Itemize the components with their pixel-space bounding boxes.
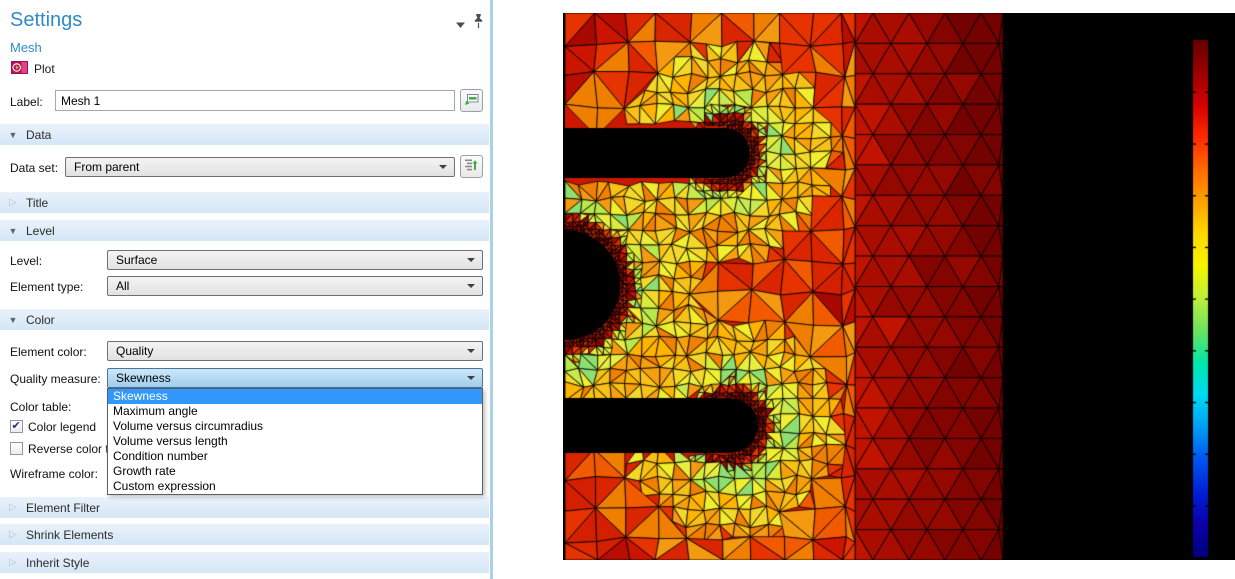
dropdown-option-custom-expression[interactable]: Custom expression [108, 479, 482, 494]
triangle-down-icon: ▼ [0, 315, 26, 325]
goto-source-icon [464, 158, 479, 175]
triangle-down-icon [467, 284, 475, 288]
dropdown-option-condition-number[interactable]: Condition number [108, 449, 482, 464]
triangle-right-icon: ▷ [0, 197, 26, 208]
graphics-window [563, 13, 1235, 560]
element-type-combo-value: All [108, 279, 467, 293]
reverse-color-table-checkbox[interactable] [10, 442, 23, 455]
label-field-label: Label: [10, 95, 43, 109]
element-type-combo[interactable]: All [107, 276, 483, 296]
dataset-combo[interactable]: From parent [65, 157, 455, 177]
section-header-inherit-style[interactable]: ▷ Inherit Style [0, 551, 489, 573]
section-header-data[interactable]: ▼ Data [0, 123, 489, 145]
section-title-element-filter: Element Filter [26, 501, 100, 515]
panel-right-border [490, 0, 493, 579]
triangle-down-icon [467, 258, 475, 262]
element-color-label: Element color: [10, 345, 87, 359]
plot-icon [11, 61, 28, 77]
dataset-label: Data set: [10, 161, 58, 175]
pin-icon[interactable] [473, 13, 484, 32]
section-header-level[interactable]: ▼ Level [0, 219, 489, 241]
color-legend-checkbox[interactable] [10, 420, 23, 433]
triangle-right-icon: ▷ [0, 557, 26, 568]
dropdown-option-skewness[interactable]: Skewness [108, 389, 482, 404]
level-combo[interactable]: Surface [107, 250, 483, 270]
section-title-data: Data [26, 128, 51, 142]
settings-panel: Settings Mesh Plot Label: [0, 0, 493, 579]
triangle-down-icon: ▼ [0, 130, 26, 140]
rename-icon [464, 93, 479, 109]
section-header-shrink-elements[interactable]: ▷ Shrink Elements [0, 523, 489, 545]
triangle-down-icon [439, 165, 447, 169]
dropdown-option-maximum-angle[interactable]: Maximum angle [108, 404, 482, 419]
dropdown-option-growth-rate[interactable]: Growth rate [108, 464, 482, 479]
plot-button-label: Plot [34, 62, 55, 76]
section-title-inherit-style: Inherit Style [26, 556, 89, 570]
triangle-down-icon: ▼ [0, 226, 26, 236]
triangle-down-icon [467, 349, 475, 353]
chevron-down-icon[interactable] [455, 18, 466, 32]
section-title-shrink-elements: Shrink Elements [26, 528, 113, 542]
color-table-label: Color table: [10, 400, 71, 414]
rename-button[interactable] [460, 89, 483, 112]
section-title-level: Level [26, 224, 55, 238]
element-color-combo-value: Quality [108, 344, 467, 358]
element-type-label: Element type: [10, 280, 83, 294]
level-label: Level: [10, 254, 42, 268]
quality-measure-combo[interactable]: Skewness [107, 368, 483, 388]
dropdown-option-volume-versus-length[interactable]: Volume versus length [108, 434, 482, 449]
section-header-element-filter[interactable]: ▷ Element Filter [0, 496, 489, 518]
section-header-title[interactable]: ▷ Title [0, 191, 489, 213]
panel-subtitle: Mesh [10, 40, 42, 55]
dataset-combo-value: From parent [66, 160, 439, 174]
quality-measure-label: Quality measure: [10, 372, 101, 386]
triangle-right-icon: ▷ [0, 529, 26, 540]
quality-measure-combo-value: Skewness [108, 371, 467, 385]
quality-measure-dropdown[interactable]: SkewnessMaximum angleVolume versus circu… [107, 388, 483, 495]
panel-title: Settings [10, 9, 82, 32]
triangle-down-icon [467, 376, 475, 380]
reverse-color-table-label: Reverse color ta [28, 442, 115, 456]
section-title-color: Color [26, 313, 55, 327]
mesh-plot-canvas[interactable] [563, 13, 1235, 560]
color-legend-label: Color legend [28, 420, 96, 434]
section-header-color[interactable]: ▼ Color [0, 308, 489, 330]
goto-source-button[interactable] [460, 155, 483, 178]
dropdown-option-volume-versus-circumradius[interactable]: Volume versus circumradius [108, 419, 482, 434]
plot-button[interactable]: Plot [8, 60, 58, 78]
section-title-title: Title [26, 196, 48, 210]
wireframe-color-label: Wireframe color: [10, 467, 98, 481]
label-input[interactable] [55, 90, 455, 111]
element-color-combo[interactable]: Quality [107, 341, 483, 361]
level-combo-value: Surface [108, 253, 467, 267]
triangle-right-icon: ▷ [0, 502, 26, 513]
